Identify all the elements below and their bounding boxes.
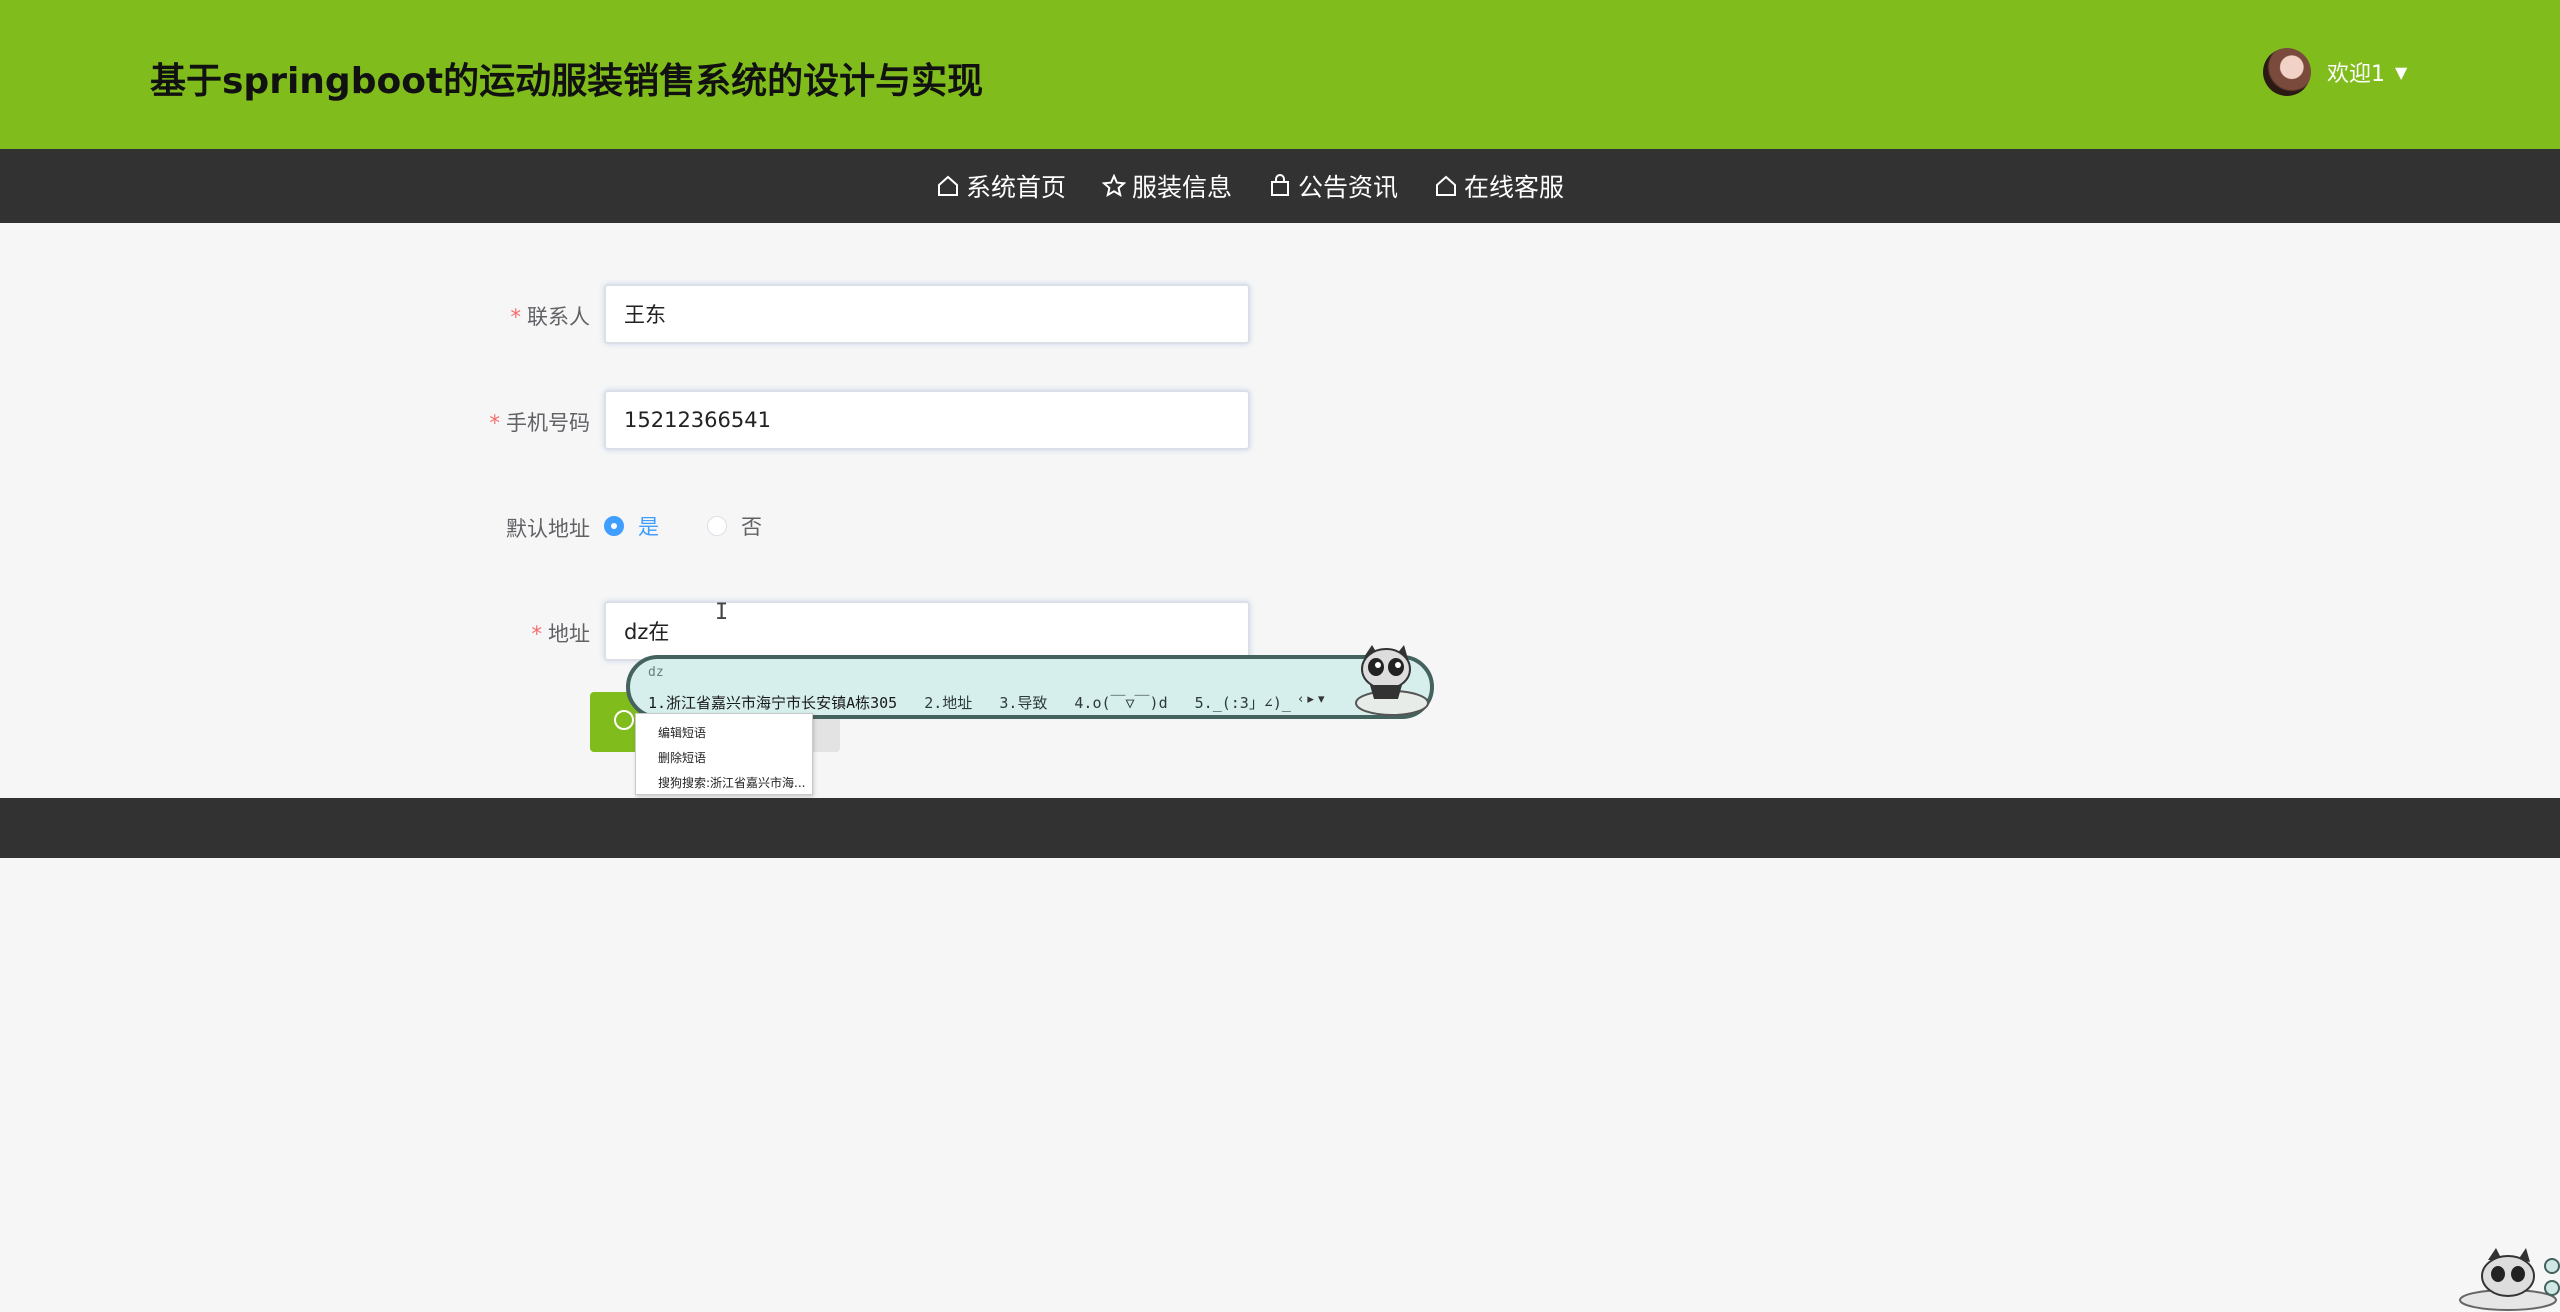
ime-mascot-icon	[1355, 645, 1429, 716]
avatar[interactable]	[2263, 48, 2311, 96]
default-address-label: 默认地址	[506, 517, 590, 541]
ime-candidate[interactable]: 3.导致	[999, 694, 1047, 712]
nav-item-news[interactable]: 公告资讯	[1268, 168, 1398, 204]
phone-label-text: 手机号码	[506, 411, 590, 435]
ime-candidate-bar: dz 1.浙江省嘉兴市海宁市长安镇A栋305 2.地址 3.导致 4.o(￣▽￣…	[626, 645, 1434, 719]
ime-candidate[interactable]: 2.地址	[924, 694, 972, 712]
address-label: * 地址	[390, 618, 591, 648]
nav-item-clothing[interactable]: 服装信息	[1102, 168, 1232, 204]
ime-context-menu: 编辑短语 删除短语 搜狗搜索:浙江省嘉兴市海...	[635, 713, 813, 795]
radio-yes[interactable]: 是	[604, 511, 659, 541]
header-bar: 基于springboot的运动服装销售系统的设计与实现 欢迎1 ▼	[0, 0, 2560, 149]
site-title: 基于springboot的运动服装销售系统的设计与实现	[150, 61, 984, 102]
contact-label: * 联系人	[390, 301, 591, 331]
home-icon	[1436, 175, 1457, 196]
nav-label: 系统首页	[966, 173, 1067, 202]
phone-label: * 手机号码	[390, 407, 591, 437]
ime-candidate[interactable]: 5._(:3」∠)_	[1195, 694, 1291, 712]
check-circle-icon	[614, 710, 634, 730]
phone-input[interactable]: 15212366541	[604, 390, 1250, 450]
menu-item-edit-phrase[interactable]: 编辑短语	[658, 724, 706, 741]
bag-icon	[1271, 174, 1290, 196]
user-menu[interactable]: 欢迎1 ▼	[2263, 46, 2407, 98]
ime-composition: dz	[648, 665, 664, 680]
chevron-down-icon[interactable]: ▼	[2395, 63, 2407, 82]
contact-input[interactable]: 王东	[604, 284, 1250, 344]
required-mark: *	[489, 411, 501, 435]
text-cursor-icon: I	[715, 600, 729, 625]
required-mark: *	[531, 622, 543, 646]
ime-page-arrows[interactable]: ‹ ▸ ▾	[1298, 692, 1325, 707]
footer-bar	[0, 798, 2560, 858]
main-nav: 系统首页 服装信息 公告资讯 在线客服	[0, 149, 2560, 223]
contact-label-text: 联系人	[527, 305, 590, 329]
home-icon	[938, 175, 958, 196]
nav-item-home[interactable]: 系统首页	[936, 168, 1066, 204]
radio-button[interactable]	[707, 516, 727, 536]
contact-value: 王东	[624, 303, 666, 327]
radio-button[interactable]	[604, 516, 624, 536]
required-mark: *	[510, 305, 522, 329]
menu-item-delete-phrase[interactable]: 删除短语	[658, 749, 706, 766]
ime-candidate-list: 1.浙江省嘉兴市海宁市长安镇A栋305 2.地址 3.导致 4.o(￣▽￣)d …	[648, 692, 1309, 713]
radio-no[interactable]: 否	[707, 511, 762, 541]
address-value: dz在	[624, 620, 670, 644]
default-address-radio-group: 是 否	[604, 511, 810, 541]
nav-label: 在线客服	[1464, 173, 1565, 202]
ime-floating-mascot-icon[interactable]	[2448, 1244, 2560, 1312]
radio-yes-label[interactable]: 是	[638, 511, 659, 541]
ime-candidate[interactable]: 4.o(￣▽￣)d	[1074, 694, 1167, 712]
address-label-text: 地址	[548, 622, 590, 646]
nav-label: 公告资讯	[1298, 173, 1399, 202]
menu-item-search[interactable]: 搜狗搜索:浙江省嘉兴市海...	[658, 774, 806, 791]
radio-no-label[interactable]: 否	[741, 511, 762, 541]
phone-value: 15212366541	[624, 408, 771, 432]
nav-label: 服装信息	[1132, 173, 1233, 202]
star-icon	[1102, 174, 1127, 198]
nav-item-service[interactable]: 在线客服	[1434, 168, 1564, 204]
address-input[interactable]: dz在	[604, 601, 1250, 661]
welcome-text[interactable]: 欢迎1	[2327, 56, 2385, 88]
ime-candidate[interactable]: 1.浙江省嘉兴市海宁市长安镇A栋305	[648, 694, 897, 712]
